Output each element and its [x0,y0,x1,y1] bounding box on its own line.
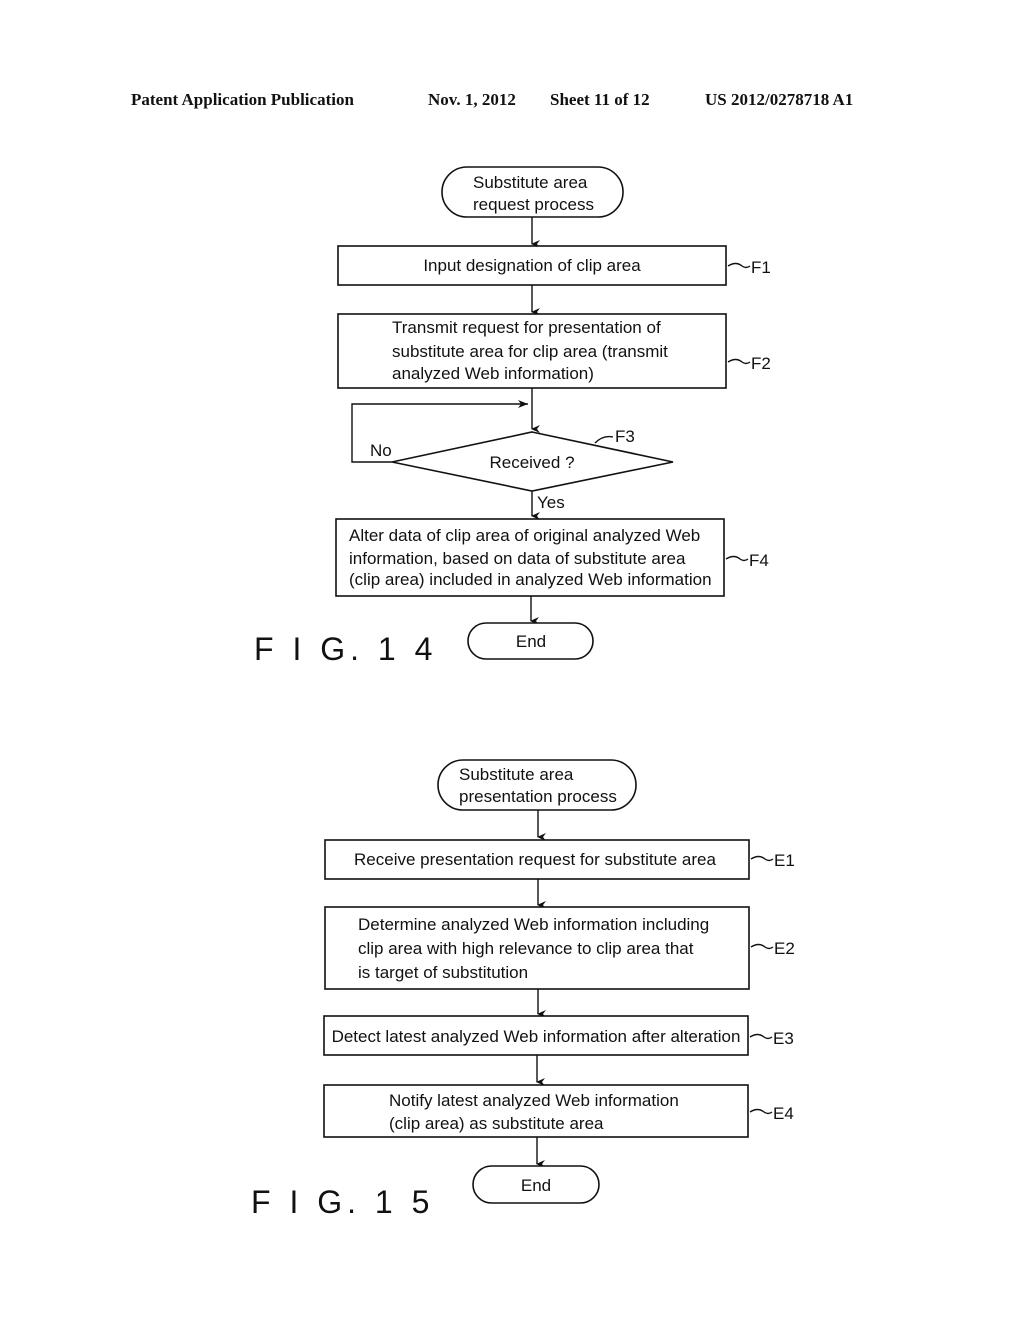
ref-f4: F4 [749,551,769,570]
leader-f2 [727,358,751,365]
step-f2-line-2: substitute area for clip area (transmit [392,342,668,361]
fig14-end-text: End [516,632,546,651]
step-e2-line-1: Determine analyzed Web information inclu… [358,915,709,934]
ref-f1: F1 [751,258,771,277]
fig15-start-line-2: presentation process [459,787,617,806]
step-f4-line-2: information, based on data of substitute… [349,549,686,568]
step-e2-line-3: is target of substitution [358,963,528,982]
label-yes: Yes [537,493,565,512]
fig15-start-line-1: Substitute area [459,765,574,784]
leader-e4 [749,1108,773,1115]
fig14: Substitute area request process Input de… [254,166,771,667]
leader-f3 [594,435,614,444]
step-e1-text: Receive presentation request for substit… [354,850,716,869]
step-e4-line-1: Notify latest analyzed Web information [389,1091,679,1110]
step-f1-text: Input designation of clip area [423,256,641,275]
leader-f4 [725,555,749,562]
fig15-label: F I G. 1 5 [251,1184,434,1220]
fig15-end-text: End [521,1176,551,1195]
label-no: No [370,441,392,460]
step-f4-line-3: (clip area) included in analyzed Web inf… [349,570,712,589]
leader-f1 [727,262,751,269]
leader-e3 [749,1033,773,1040]
ref-e2: E2 [774,939,795,958]
step-f2-line-1: Transmit request for presentation of [392,318,661,337]
leader-e1 [750,855,774,862]
leader-e2 [750,943,774,950]
decision-f3-text: Received ? [489,453,574,472]
ref-f3: F3 [615,427,635,446]
ref-e4: E4 [773,1104,794,1123]
fig14-start-line-1: Substitute area [473,173,588,192]
fig15: Substitute area presentation process Rec… [251,759,795,1220]
ref-e3: E3 [773,1029,794,1048]
step-f4-line-1: Alter data of clip area of original anal… [349,526,700,545]
step-e2-line-2: clip area with high relevance to clip ar… [358,939,694,958]
step-f2-line-3: analyzed Web information) [392,364,594,383]
step-e4-line-2: (clip area) as substitute area [389,1114,604,1133]
flowchart-canvas: Substitute area request process Input de… [251,166,795,1220]
ref-e1: E1 [774,851,795,870]
fig14-start-line-2: request process [473,195,594,214]
ref-f2: F2 [751,354,771,373]
fig14-label: F I G. 1 4 [254,631,437,667]
step-e3-text: Detect latest analyzed Web information a… [332,1027,741,1046]
